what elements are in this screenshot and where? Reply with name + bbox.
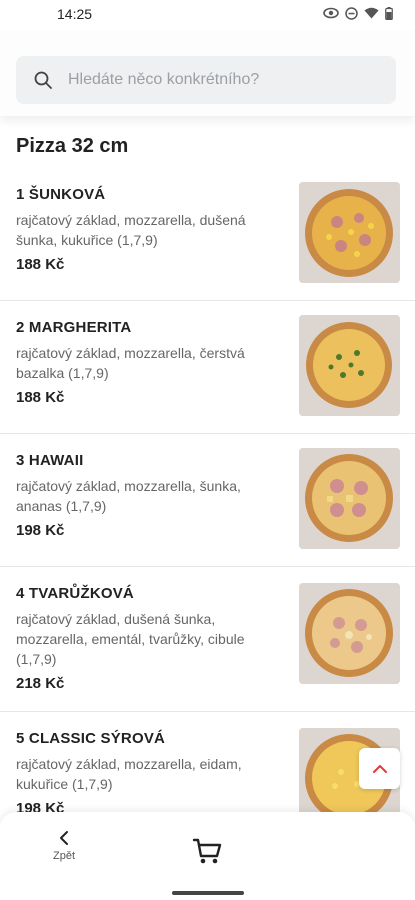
- eye-icon: [323, 7, 339, 19]
- menu-item[interactable]: 5 CLASSIC SÝROVÁ rajčatový základ, mozza…: [0, 712, 415, 812]
- home-indicator: [172, 891, 244, 895]
- bottom-nav: Zpět: [0, 812, 415, 900]
- item-price: 218 Kč: [16, 675, 65, 692]
- item-description: rajčatový základ, mozzarella, dušená šun…: [16, 212, 246, 248]
- cart-icon: [192, 838, 222, 864]
- item-name: 1 ŠUNKOVÁ: [16, 186, 106, 203]
- item-photo: [299, 182, 400, 283]
- item-photo: [299, 448, 400, 549]
- item-description: rajčatový základ, mozzarella, šunka, ana…: [16, 478, 241, 514]
- battery-icon: [385, 6, 393, 20]
- item-name: 3 HAWAII: [16, 452, 84, 469]
- menu-item[interactable]: 3 HAWAII rajčatový základ, mozzarella, š…: [0, 434, 415, 567]
- back-button[interactable]: Zpět: [40, 830, 88, 872]
- menu-list: Pizza 32 cm 1 ŠUNKOVÁ rajčatový základ, …: [0, 116, 415, 812]
- item-description: rajčatový základ, mozzarella, eidam, kuk…: [16, 756, 242, 792]
- chevron-left-icon: [60, 831, 68, 845]
- cart-button[interactable]: [190, 834, 226, 870]
- chevron-up-icon: [372, 764, 387, 773]
- menu-item[interactable]: 1 ŠUNKOVÁ rajčatový základ, mozzarella, …: [0, 170, 415, 301]
- item-price: 188 Kč: [16, 389, 65, 406]
- item-name: 5 CLASSIC SÝROVÁ: [16, 730, 166, 747]
- item-name: 4 TVARŮŽKOVÁ: [16, 585, 134, 602]
- status-time: 14:25: [57, 6, 93, 22]
- wifi-icon: [364, 7, 379, 19]
- search-box[interactable]: [16, 56, 396, 104]
- status-bar: 14:25: [0, 0, 415, 30]
- do-not-disturb-icon: [345, 6, 358, 20]
- status-icons: [323, 6, 393, 20]
- section-title: Pizza 32 cm: [16, 135, 129, 157]
- menu-item[interactable]: 2 MARGHERITA rajčatový základ, mozzarell…: [0, 301, 415, 434]
- search-input[interactable]: [68, 56, 388, 104]
- item-price: 198 Kč: [16, 800, 65, 812]
- menu-item[interactable]: 4 TVARŮŽKOVÁ rajčatový základ, dušená šu…: [0, 567, 415, 712]
- search-header: [0, 30, 415, 116]
- search-icon: [34, 71, 52, 89]
- scroll-to-top-button[interactable]: [359, 748, 400, 789]
- item-price: 188 Kč: [16, 256, 65, 273]
- item-description: rajčatový základ, dušená šunka, mozzarel…: [16, 611, 245, 667]
- item-price: 198 Kč: [16, 522, 65, 539]
- item-photo: [299, 583, 400, 684]
- item-name: 2 MARGHERITA: [16, 319, 132, 336]
- back-label: Zpět: [52, 850, 75, 862]
- item-photo: [299, 315, 400, 416]
- item-description: rajčatový základ, mozzarella, čerstvá ba…: [16, 345, 245, 381]
